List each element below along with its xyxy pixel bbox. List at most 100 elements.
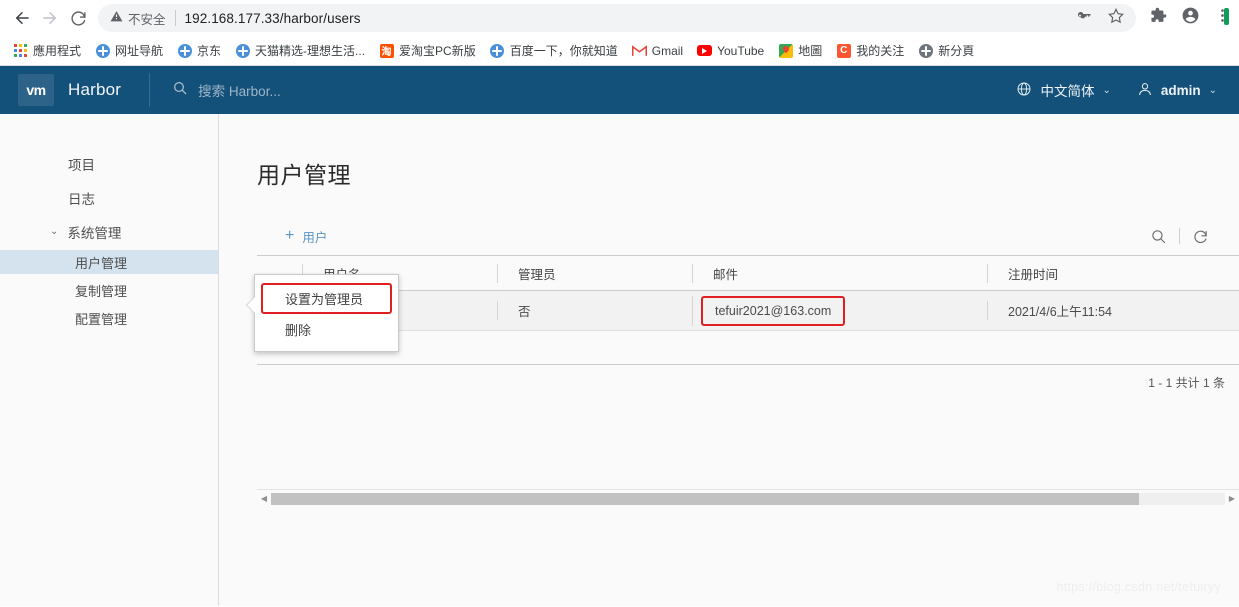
app-title: Harbor [68, 80, 122, 99]
bookmark-label: 网址导航 [115, 44, 164, 58]
user-menu[interactable]: admin ⌄ [1137, 81, 1217, 100]
key-icon[interactable] [1076, 8, 1092, 29]
cell-email: tefuir2021@163.com [692, 295, 987, 326]
cell-created: 2021/4/6上午11:54 [987, 301, 1237, 320]
user-avatar-icon [1137, 81, 1153, 100]
omnibox-divider [174, 10, 176, 26]
gmail-icon [631, 43, 647, 58]
back-button[interactable] [8, 4, 36, 32]
sidebar-item-projects[interactable]: 项目 [0, 150, 218, 178]
menu-item-delete[interactable]: 删除 [255, 316, 398, 343]
browser-toolbar: 不安全 192.168.177.33/harbor/users [0, 0, 1239, 36]
add-user-button[interactable]: + 用户 [257, 227, 327, 246]
bookmark-youtube[interactable]: YouTube [690, 40, 771, 61]
global-search[interactable]: 搜索 Harbor... [172, 80, 281, 101]
sidebar-item-configuration-management[interactable]: 配置管理 [0, 306, 218, 330]
bookmark-label: 京东 [197, 44, 222, 58]
watermark: https://blog.csdn.net/tefuiryy [1056, 580, 1221, 594]
chevron-down-icon: ⌄ [1208, 84, 1217, 96]
header-cell-admin[interactable]: 管理员 [497, 263, 692, 283]
bookmark-item[interactable]: 网址导航 [88, 39, 170, 62]
email-highlight: tefuir2021@163.com [701, 295, 846, 326]
brand-area[interactable]: vm Harbor [0, 74, 121, 106]
table-pagination: 1 - 1 共计 1 条 [257, 365, 1239, 399]
bookmark-label: 我的关注 [856, 44, 905, 58]
address-bar[interactable]: 不安全 192.168.177.33/harbor/users [98, 4, 1136, 32]
forward-button[interactable] [36, 4, 64, 32]
globe-icon [918, 43, 933, 58]
youtube-icon [697, 43, 713, 58]
search-icon [172, 80, 188, 101]
sidebar-item-label: 用户管理 [75, 255, 128, 271]
language-label: 中文简体 [1040, 84, 1095, 99]
sidebar-item-label: 项目 [68, 158, 95, 173]
update-indicator [1224, 8, 1229, 25]
url-text: 192.168.177.33/harbor/users [184, 10, 361, 26]
table-empty-space [257, 331, 1239, 365]
header-cell-email[interactable]: 邮件 [692, 263, 987, 283]
bookmark-label: Gmail [651, 43, 684, 58]
language-selector[interactable]: 中文简体 ⌄ [1016, 80, 1111, 100]
sidebar-item-replication-management[interactable]: 复制管理 [0, 278, 218, 302]
scrollbar-thumb[interactable] [271, 492, 1140, 505]
globe-icon [235, 43, 250, 58]
table-refresh-button[interactable] [1180, 228, 1221, 245]
bookmark-item[interactable]: 京东 [170, 39, 228, 62]
header-cell-created[interactable]: 注册时间 [987, 263, 1237, 283]
scroll-left-arrow[interactable]: ◀ [257, 494, 271, 503]
sidebar-item-label: 配置管理 [75, 311, 128, 327]
bookmark-csdn[interactable]: C 我的关注 [829, 39, 911, 62]
csdn-icon: C [836, 43, 851, 58]
security-indicator[interactable]: 不安全 [110, 9, 166, 28]
browser-chrome: 不安全 192.168.177.33/harbor/users 應用程式 网址导… [0, 0, 1239, 66]
bookmark-gmail[interactable]: Gmail [625, 40, 690, 61]
bookmark-apps[interactable]: 應用程式 [6, 39, 88, 62]
warning-triangle-icon [110, 10, 123, 26]
three-dot-menu-icon[interactable] [1214, 7, 1231, 29]
chevron-down-icon: ⌄ [1102, 84, 1111, 96]
table-row[interactable]: 否 tefuir2021@163.com 2021/4/6上午11:54 [257, 291, 1239, 331]
apps-grid-icon [13, 43, 28, 58]
main-content: 用户管理 + 用户 管理员 邮件 注册时间 否 tefuir2021@163.c… [219, 114, 1239, 606]
table-actions: + 用户 [257, 225, 1239, 247]
app-header: vm Harbor 搜索 Harbor... 中文简体 ⌄ admin ⌄ [0, 66, 1239, 114]
header-divider [149, 73, 151, 107]
sidebar-group-administration[interactable]: ⌄ 系统管理 [0, 218, 218, 246]
bookmark-label: 天猫精选-理想生活... [255, 44, 366, 58]
reload-button[interactable] [64, 4, 92, 32]
bookmark-maps[interactable]: 地圖 [771, 39, 829, 62]
bookmark-label: YouTube [717, 43, 765, 58]
menu-item-set-as-admin[interactable]: 设置为管理员 [261, 283, 392, 314]
cell-admin: 否 [497, 301, 692, 320]
sidebar-group-label: 系统管理 [67, 226, 122, 241]
profile-avatar-icon[interactable] [1181, 6, 1200, 30]
puzzle-icon[interactable] [1150, 7, 1167, 29]
sidebar-item-label: 日志 [68, 192, 95, 207]
vmware-logo: vm [18, 74, 54, 106]
bookmark-item[interactable]: 天猫精选-理想生活... [228, 39, 372, 62]
table-header-row: 用户名 管理员 邮件 注册时间 [257, 255, 1239, 291]
scroll-right-arrow[interactable]: ▶ [1225, 494, 1239, 503]
scrollbar-track[interactable] [271, 492, 1225, 505]
taobao-icon: 淘 [379, 43, 394, 58]
plus-icon: + [285, 227, 295, 244]
sidebar-item-logs[interactable]: 日志 [0, 184, 218, 212]
username-label: admin [1160, 82, 1201, 98]
search-placeholder: 搜索 Harbor... [198, 84, 281, 99]
bookmark-label: 百度一下，你就知道 [509, 44, 618, 58]
bookmark-label: 爱淘宝PC新版 [399, 44, 476, 58]
globe-icon [1016, 81, 1032, 100]
security-label: 不安全 [128, 12, 166, 27]
bookmark-item[interactable]: 淘 爱淘宝PC新版 [372, 39, 483, 62]
sidebar-item-user-management[interactable]: 用户管理 [0, 250, 218, 274]
table-search-button[interactable] [1138, 228, 1179, 245]
star-icon[interactable] [1108, 7, 1124, 29]
row-context-menu: 设置为管理员 删除 [246, 274, 399, 352]
bookmark-item[interactable]: 新分頁 [911, 39, 981, 62]
bookmark-item[interactable]: 百度一下，你就知道 [483, 39, 625, 62]
horizontal-scrollbar[interactable]: ◀ ▶ [257, 489, 1239, 507]
bookmarks-bar: 應用程式 网址导航 京东 天猫精选-理想生活... 淘 爱淘宝PC新版 百度一下… [0, 36, 1239, 66]
bookmark-label: 新分頁 [938, 44, 975, 58]
sidebar-nav: 项目 日志 ⌄ 系统管理 用户管理 复制管理 配置管理 [0, 114, 219, 606]
globe-icon [95, 43, 110, 58]
